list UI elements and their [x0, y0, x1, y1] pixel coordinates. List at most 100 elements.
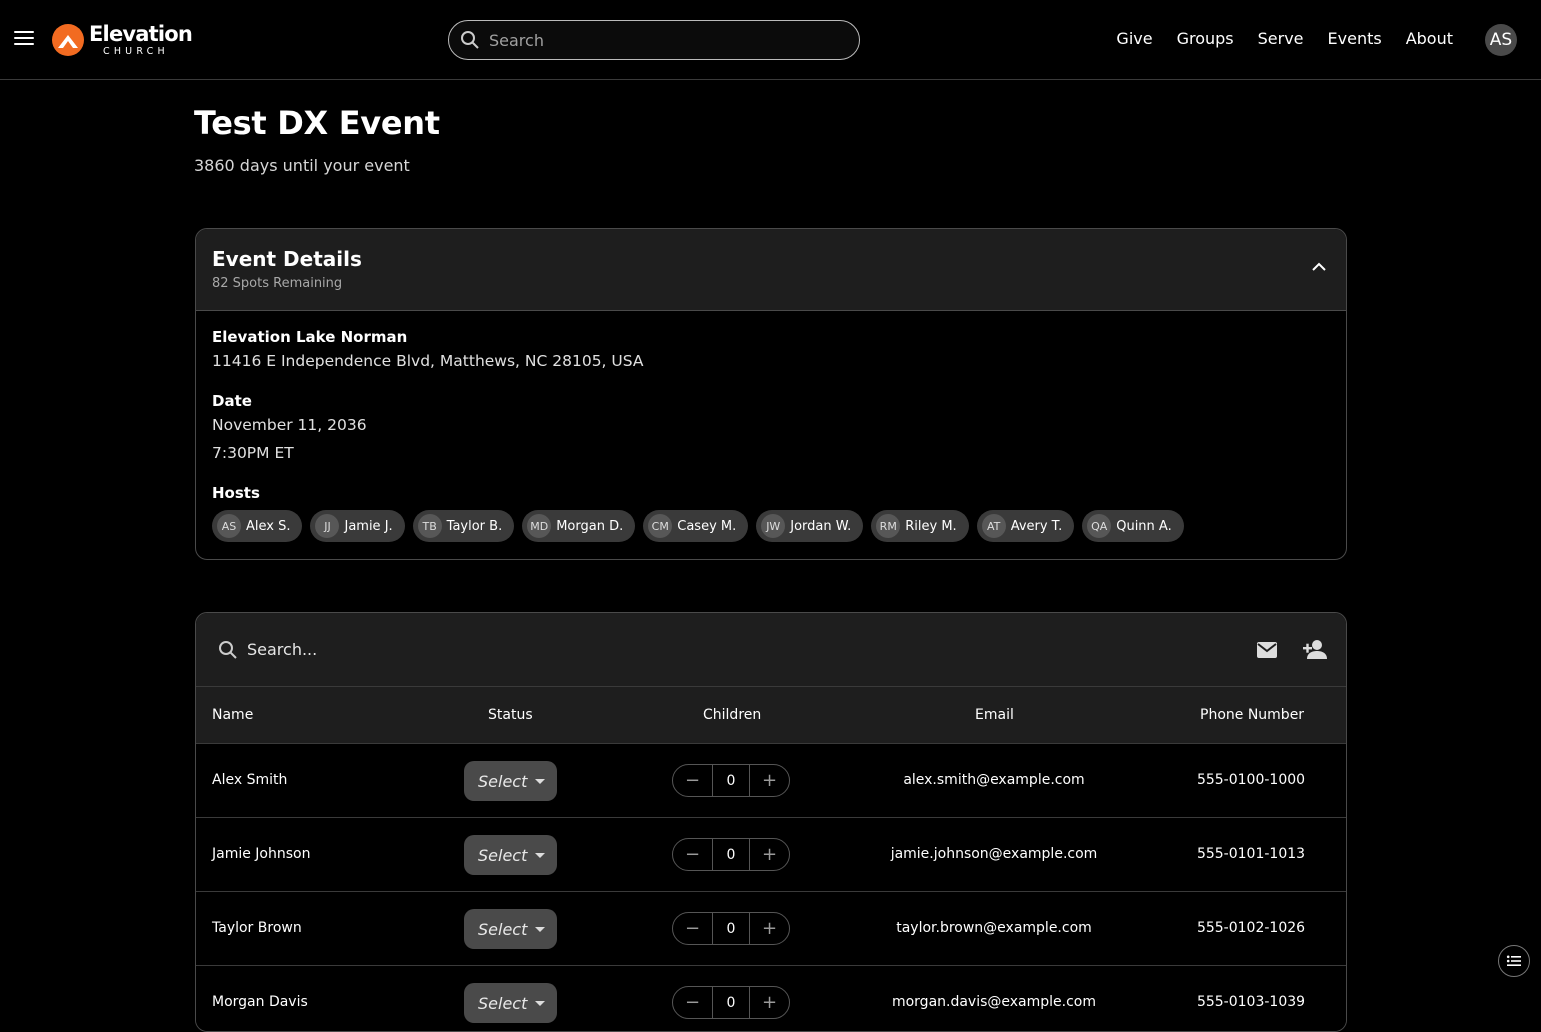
menu-icon[interactable]	[14, 31, 34, 47]
add-user-icon[interactable]	[1302, 638, 1328, 660]
children-stepper: −0 +	[672, 986, 790, 1019]
host-avatar: QA	[1087, 514, 1112, 538]
attendee-search-input[interactable]	[247, 638, 947, 660]
children-stepper: −0 +	[672, 912, 790, 945]
host-name: Quinn A.	[1116, 518, 1172, 534]
column-status[interactable]: Status	[488, 707, 533, 723]
children-count: 0	[712, 839, 750, 870]
logo-sub: CHURCH	[103, 45, 169, 57]
attendee-email: jamie.johnson@example.com	[890, 846, 1098, 862]
filter-list-button[interactable]	[1498, 945, 1530, 977]
increment-button[interactable]: +	[750, 765, 789, 796]
hosts-list: AS Alex S. JJ Jamie J. TB Taylor B. MD Morga…	[212, 510, 1184, 542]
increment-button[interactable]: +	[750, 987, 789, 1018]
host-chip[interactable]: TB Taylor B.	[412, 510, 515, 542]
host-name: Casey M.	[677, 518, 737, 534]
mail-icon[interactable]	[1256, 641, 1278, 659]
location-name: Elevation Lake Norman	[212, 328, 408, 346]
search-icon	[461, 31, 479, 49]
nav-serve[interactable]: Serve	[1258, 29, 1304, 48]
page-title: Test DX Event	[194, 104, 440, 142]
column-phone[interactable]: Phone Number	[1200, 707, 1304, 723]
host-chip[interactable]: AS Alex S.	[212, 510, 303, 542]
host-avatar: JJ	[315, 514, 340, 538]
host-avatar: MD	[527, 514, 552, 538]
status-select-label: Select	[478, 919, 528, 939]
host-avatar: TB	[417, 514, 442, 538]
elevation-logo[interactable]: Elevation CHURCH	[52, 22, 193, 58]
host-chip[interactable]: MD Morgan D.	[522, 510, 636, 542]
event-details-card: Event Details 82 Spots Remaining Elevati…	[195, 228, 1347, 560]
attendee-name: Taylor Brown	[212, 920, 302, 936]
host-name: Jordan W.	[790, 518, 852, 534]
decrement-button[interactable]: −	[673, 839, 712, 870]
location-address: 11416 E Independence Blvd, Matthews, NC …	[212, 352, 644, 370]
host-chip[interactable]: CM Casey M.	[643, 510, 749, 542]
status-select[interactable]: Select	[464, 983, 557, 1023]
decrement-button[interactable]: −	[673, 913, 712, 944]
host-avatar: JW	[761, 514, 786, 538]
decrement-button[interactable]: −	[673, 987, 712, 1018]
nav-groups[interactable]: Groups	[1177, 29, 1234, 48]
caret-down-icon	[535, 926, 546, 932]
caret-down-icon	[535, 852, 546, 858]
column-children[interactable]: Children	[703, 707, 761, 723]
date-value: November 11, 2036	[212, 416, 367, 434]
increment-button[interactable]: +	[750, 839, 789, 870]
increment-button[interactable]: +	[750, 913, 789, 944]
caret-down-icon	[535, 1000, 546, 1006]
host-chip[interactable]: JJ Jamie J.	[310, 510, 405, 542]
attendee-phone: 555-0102-1026	[1196, 920, 1306, 936]
host-chip[interactable]: QA Quinn A.	[1082, 510, 1184, 542]
table-row: Taylor Brown Select −0 + taylor.brown@exa…	[196, 891, 1346, 965]
column-name[interactable]: Name	[212, 707, 253, 723]
attendee-email: morgan.davis@example.com	[891, 994, 1097, 1010]
nav-events[interactable]: Events	[1328, 29, 1382, 48]
host-chip[interactable]: JW Jordan W.	[756, 510, 864, 542]
host-name: Taylor B.	[446, 518, 503, 534]
time-value: 7:30PM ET	[212, 444, 294, 462]
nav-give[interactable]: Give	[1116, 29, 1152, 48]
host-avatar: AS	[217, 514, 241, 538]
column-email[interactable]: Email	[975, 707, 1014, 723]
status-select-label: Select	[478, 993, 528, 1013]
caret-down-icon	[535, 778, 546, 784]
table-row: Jamie Johnson Select −0 + jamie.johnson@e…	[196, 817, 1346, 891]
attendee-email: alex.smith@example.com	[903, 772, 1085, 788]
decrement-button[interactable]: −	[673, 765, 712, 796]
chevron-up-icon[interactable]	[1312, 262, 1326, 271]
attendees-table: Name Status Children Email Phone Number …	[195, 612, 1347, 1032]
logo-mark-icon	[52, 24, 84, 56]
children-count: 0	[712, 987, 750, 1018]
attendee-phone: 555-0103-1039	[1196, 994, 1306, 1010]
table-header: Name Status Children Email Phone Number	[196, 687, 1346, 743]
children-stepper: −0 +	[672, 764, 790, 797]
status-select[interactable]: Select	[464, 761, 557, 801]
attendee-name: Jamie Johnson	[212, 846, 311, 862]
status-select-label: Select	[478, 845, 528, 865]
host-chip[interactable]: RM Riley M.	[871, 510, 969, 542]
children-count: 0	[712, 913, 750, 944]
filter-list-icon	[1506, 955, 1521, 966]
children-count: 0	[712, 765, 750, 796]
top-navbar: Elevation CHURCH Give Groups Serve Event…	[0, 0, 1541, 80]
host-chip[interactable]: AT Avery T.	[976, 510, 1075, 542]
attendee-email: taylor.brown@example.com	[896, 920, 1092, 936]
event-details-header[interactable]: Event Details 82 Spots Remaining	[196, 229, 1346, 311]
event-countdown: 3860 days until your event	[194, 156, 410, 175]
main-nav: Give Groups Serve Events About	[1092, 29, 1453, 48]
status-select[interactable]: Select	[464, 835, 557, 875]
host-name: Jamie J.	[344, 518, 393, 534]
nav-about[interactable]: About	[1406, 29, 1453, 48]
status-select[interactable]: Select	[464, 909, 557, 949]
table-row: Morgan Davis Select −0 + morgan.davis@exa…	[196, 965, 1346, 1031]
user-avatar[interactable]: AS	[1485, 24, 1517, 56]
host-avatar: AT	[981, 514, 1006, 538]
host-avatar: CM	[648, 514, 673, 538]
search-icon	[219, 641, 237, 659]
host-avatar: RM	[876, 514, 901, 538]
status-select-label: Select	[478, 771, 528, 791]
children-stepper: −0 +	[672, 838, 790, 871]
attendee-name: Morgan Davis	[212, 994, 308, 1010]
global-search-input[interactable]	[489, 29, 849, 51]
